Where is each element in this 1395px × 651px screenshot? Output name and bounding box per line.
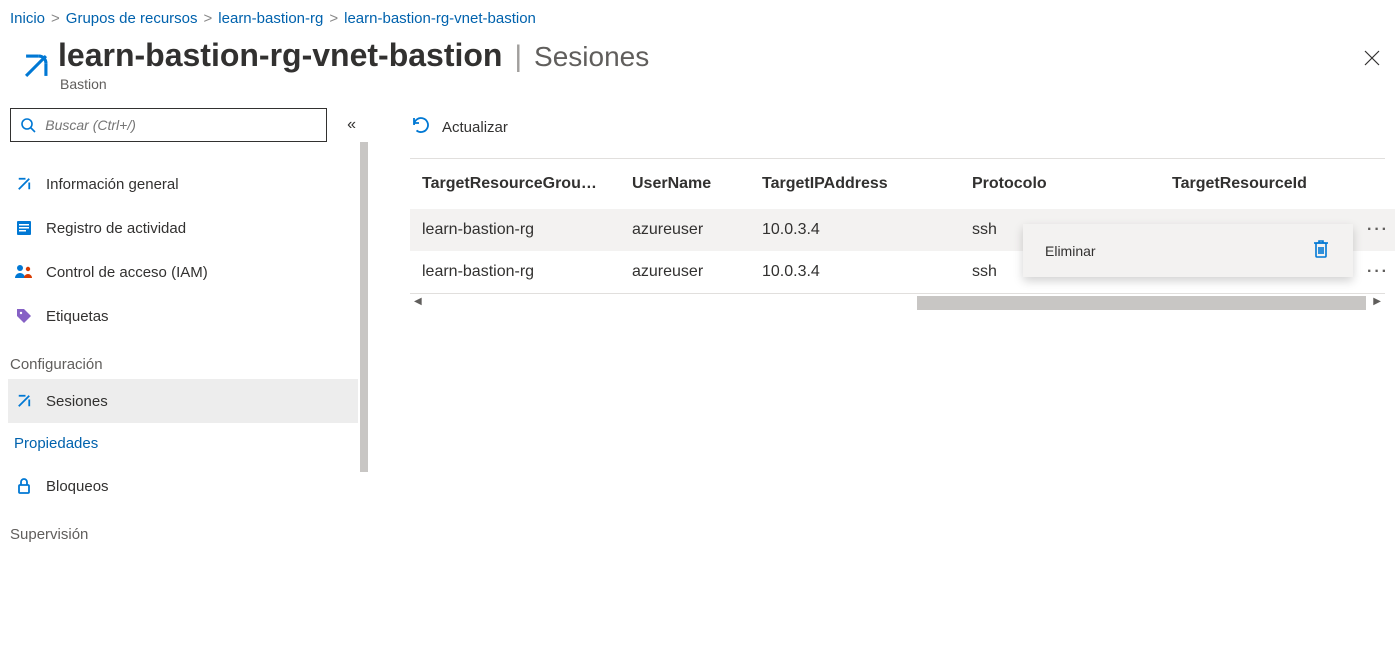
main-content: Actualizar TargetResourceGrou… UserName … bbox=[370, 108, 1395, 629]
page-title: learn-bastion-rg-vnet-bastion bbox=[58, 37, 502, 73]
sidebar-section-config: Configuración bbox=[8, 338, 362, 379]
cell-ip: 10.0.3.4 bbox=[750, 251, 960, 293]
cell-rg: learn-bastion-rg bbox=[410, 251, 620, 293]
cell-user: azureuser bbox=[620, 251, 750, 293]
sidebar-item-label: Información general bbox=[46, 176, 179, 193]
sidebar-item-locks[interactable]: Bloqueos bbox=[8, 464, 362, 508]
breadcrumb-rg[interactable]: learn-bastion-rg bbox=[218, 10, 323, 27]
cell-user: azureuser bbox=[620, 209, 750, 251]
sidebar-item-label: Etiquetas bbox=[46, 308, 109, 325]
scroll-right-icon[interactable]: ▶ bbox=[1373, 296, 1381, 307]
lock-icon bbox=[14, 476, 34, 496]
log-icon bbox=[14, 218, 34, 238]
cell-rg: learn-bastion-rg bbox=[410, 209, 620, 251]
context-delete-button[interactable]: Eliminar bbox=[1023, 224, 1353, 277]
resource-type: Bastion bbox=[58, 74, 649, 92]
search-icon bbox=[19, 115, 37, 135]
left-panel: « Información general Registro de activi… bbox=[0, 108, 370, 629]
bastion-icon bbox=[14, 37, 58, 83]
bastion-icon bbox=[14, 174, 34, 194]
refresh-button[interactable]: Actualizar bbox=[442, 119, 508, 136]
breadcrumb: Inicio > Grupos de recursos > learn-bast… bbox=[0, 0, 1395, 33]
sidebar-section-supervision: Supervisión bbox=[8, 508, 362, 549]
row-actions-button[interactable]: ··· bbox=[1355, 209, 1395, 251]
page-subtitle: Sesiones bbox=[534, 41, 649, 72]
breadcrumb-home[interactable]: Inicio bbox=[10, 10, 45, 27]
col-target-rg[interactable]: TargetResourceGrou… bbox=[410, 159, 620, 209]
col-target-ip[interactable]: TargetIPAddress bbox=[750, 159, 960, 209]
title-divider: | bbox=[506, 40, 530, 73]
trash-icon bbox=[1311, 238, 1331, 263]
context-delete-label: Eliminar bbox=[1045, 243, 1096, 259]
sidebar-item-activity-log[interactable]: Registro de actividad bbox=[8, 206, 362, 250]
bastion-icon bbox=[14, 391, 34, 411]
chevron-right-icon: > bbox=[329, 10, 338, 27]
sidebar-item-label: Propiedades bbox=[14, 435, 98, 452]
col-target-resource-id[interactable]: TargetResourceId bbox=[1160, 159, 1355, 209]
sidebar-item-label: Bloqueos bbox=[46, 478, 109, 495]
col-protocol[interactable]: Protocolo bbox=[960, 159, 1160, 209]
collapse-sidebar-button[interactable]: « bbox=[347, 116, 362, 134]
row-actions-button[interactable]: ··· bbox=[1355, 251, 1395, 293]
search-input-wrapper[interactable] bbox=[10, 108, 327, 142]
chevron-right-icon: > bbox=[204, 10, 213, 27]
sidebar-item-iam[interactable]: Control de acceso (IAM) bbox=[8, 250, 362, 294]
breadcrumb-current[interactable]: learn-bastion-rg-vnet-bastion bbox=[344, 10, 536, 27]
page-header: learn-bastion-rg-vnet-bastion | Sesiones… bbox=[0, 33, 1395, 108]
scroll-left-icon[interactable]: ◀ bbox=[414, 296, 422, 307]
refresh-icon bbox=[410, 114, 432, 140]
sidebar-scrollbar[interactable] bbox=[358, 142, 370, 629]
toolbar: Actualizar bbox=[410, 108, 1395, 158]
sidebar-item-sessions[interactable]: Sesiones bbox=[8, 379, 362, 423]
sidebar-item-tags[interactable]: Etiquetas bbox=[8, 294, 362, 338]
sidebar-item-label: Registro de actividad bbox=[46, 220, 186, 237]
scroll-thumb[interactable] bbox=[917, 296, 1366, 310]
chevron-right-icon: > bbox=[51, 10, 60, 27]
close-button[interactable] bbox=[1363, 37, 1381, 73]
col-username[interactable]: UserName bbox=[620, 159, 750, 209]
sidebar-item-label: Sesiones bbox=[46, 393, 108, 410]
sidebar-item-properties[interactable]: Propiedades bbox=[8, 423, 362, 464]
row-context-menu: Eliminar bbox=[1023, 224, 1353, 277]
sidebar-item-label: Control de acceso (IAM) bbox=[46, 264, 208, 281]
sidebar-item-overview[interactable]: Información general bbox=[8, 162, 362, 206]
breadcrumb-resource-groups[interactable]: Grupos de recursos bbox=[66, 10, 198, 27]
search-input[interactable] bbox=[45, 117, 318, 133]
horizontal-scrollbar[interactable]: ◀ ▶ bbox=[410, 293, 1385, 311]
people-icon bbox=[14, 262, 34, 282]
cell-ip: 10.0.3.4 bbox=[750, 209, 960, 251]
tag-icon bbox=[14, 306, 34, 326]
